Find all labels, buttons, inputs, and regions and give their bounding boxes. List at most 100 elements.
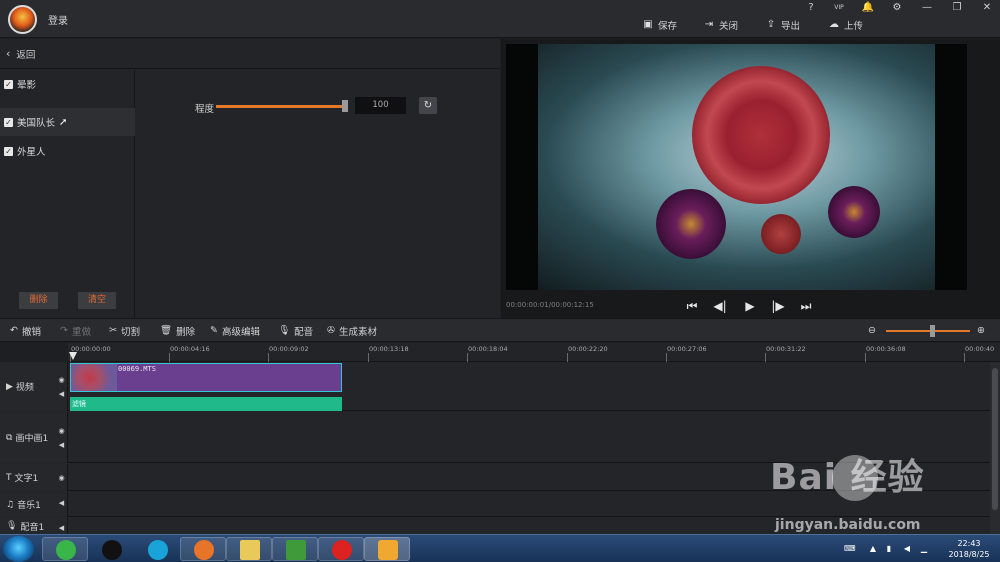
usb-icon[interactable]: ▮ — [884, 544, 894, 554]
track-header-video: ▶ 视频 — [0, 362, 68, 411]
clear-filters-button[interactable]: 清空 — [78, 292, 116, 309]
taskbar-app-explorer[interactable] — [226, 537, 272, 561]
clip-name: 00069.MTS — [118, 365, 156, 373]
taskbar-clock[interactable]: 22:43 2018/8/25 — [940, 538, 998, 560]
decoration-doily — [692, 66, 830, 204]
cut-button[interactable]: ✂ 切割 — [109, 323, 140, 338]
ruler-tick — [268, 353, 269, 362]
taskbar-app-firefox[interactable] — [180, 537, 226, 561]
speaker-icon[interactable]: ◀ — [57, 441, 66, 450]
music-icon: ♫ — [6, 499, 15, 510]
volume-icon[interactable]: ◀ — [902, 544, 912, 554]
filter-checkbox[interactable]: ✓ — [4, 79, 13, 89]
ruler-tick — [467, 353, 468, 362]
speaker-icon[interactable]: ◀ — [57, 524, 66, 533]
dubbing-button[interactable]: 🎙 配音 — [278, 323, 313, 338]
timeline-scrollbar-thumb[interactable] — [992, 368, 998, 510]
browser-icon — [56, 540, 76, 560]
close-window-button[interactable]: ✕ — [980, 2, 994, 14]
trash-icon: 🗑 — [160, 325, 173, 336]
redo-button[interactable]: ↷ 重做 — [60, 323, 91, 338]
speaker-icon[interactable]: ◀ — [57, 499, 66, 508]
skip-to-end-icon[interactable]: ⏭ — [798, 298, 814, 314]
eye-icon[interactable]: ◉ — [57, 427, 66, 436]
back-button[interactable]: ‹ 返回 — [0, 39, 500, 69]
letterbox-right — [935, 44, 967, 290]
filter-item-vignette[interactable]: ✓ 晕影 — [0, 70, 135, 98]
file-actions: ▣ 保存 ⇥ 关闭 ⇪ 导出 ☁ 上传 — [0, 17, 1000, 33]
scissors-icon: ✂ — [109, 325, 117, 336]
restore-button[interactable]: ❐ — [950, 2, 964, 14]
ruler-tick-label: 00:00:04:16 — [170, 345, 210, 353]
ruler-tick-label: 00:00:36:08 — [866, 345, 906, 353]
degree-slider-handle[interactable] — [342, 100, 348, 112]
settings-gear-icon[interactable]: ⚙ — [890, 2, 904, 14]
playhead-marker[interactable] — [69, 352, 77, 360]
help-icon[interactable]: ? — [804, 2, 818, 14]
skip-to-start-icon[interactable]: ⏮ — [684, 298, 700, 314]
microphone-icon: 🎙 — [278, 325, 291, 336]
filter-checkbox[interactable]: ✓ — [4, 117, 13, 127]
previous-frame-icon[interactable]: ◀| — [712, 298, 728, 314]
zoom-in-icon[interactable]: ⊕ — [977, 323, 985, 338]
ruler-tick — [765, 353, 766, 362]
minimize-button[interactable]: — — [920, 2, 934, 14]
filter-list: ✓ 晕影 ✓ 美国队长 ➚ ✓ 外星人 删除 清空 — [0, 70, 135, 318]
filter-item-alien[interactable]: ✓ 外星人 — [0, 137, 135, 165]
advanced-edit-button[interactable]: ✎ 高级编辑 — [210, 323, 260, 338]
ruler-tick-label: 00:00:40 — [965, 345, 995, 353]
vip-icon[interactable]: VIP — [832, 2, 846, 14]
undo-button[interactable]: ↶ 撤销 — [10, 323, 41, 338]
generate-material-button[interactable]: ✇ 生成素材 — [327, 323, 377, 338]
save-button[interactable]: ▣ 保存 — [642, 17, 677, 33]
taskbar-app-player[interactable] — [272, 537, 318, 561]
penguin-icon — [102, 540, 122, 560]
delete-filter-button[interactable]: 删除 — [19, 292, 58, 309]
timeline-ruler[interactable]: 00:00:00:00 00:00:04:16 00:00:09:02 00:0… — [68, 343, 1000, 362]
taskbar-app-editor[interactable] — [364, 537, 410, 561]
degree-value-field[interactable]: 100 — [355, 97, 406, 114]
ruler-tick-label: 00:00:09:02 — [269, 345, 309, 353]
upload-button[interactable]: ☁ 上传 — [828, 17, 863, 33]
timeline-zoom-slider[interactable] — [886, 330, 970, 332]
pencil-icon: ✎ — [210, 325, 218, 336]
network-icon[interactable]: ▁ — [919, 544, 929, 554]
clip-thumbnail — [71, 364, 117, 391]
next-frame-icon[interactable]: |▶ — [770, 298, 786, 314]
letterbox-left — [506, 44, 538, 290]
eye-icon[interactable]: ◉ — [57, 474, 66, 483]
taskbar-app-browser[interactable] — [42, 537, 88, 561]
playback-timecode: 00:00:00:01/00:00:12:15 — [506, 301, 594, 309]
keyboard-icon[interactable]: ⌨ — [844, 544, 856, 554]
decoration-flower — [828, 186, 880, 238]
timeline-zoom-handle[interactable] — [930, 325, 935, 337]
zoom-out-icon[interactable]: ⊖ — [868, 323, 876, 338]
degree-slider[interactable] — [216, 105, 346, 108]
export-button[interactable]: ⇪ 导出 — [765, 17, 800, 33]
editor-app-icon — [378, 540, 398, 560]
filter-effect-bar[interactable]: 滤镜 — [70, 397, 342, 411]
taskbar-app-recorder[interactable] — [318, 537, 364, 561]
ruler-tick-label: 00:00:31:22 — [766, 345, 806, 353]
speaker-icon[interactable]: ◀ — [57, 390, 66, 399]
notification-bell-icon[interactable]: 🔔 — [861, 2, 875, 14]
taskbar-app-media[interactable] — [134, 537, 180, 561]
delete-button[interactable]: 🗑 删除 — [160, 323, 195, 338]
play-icon[interactable]: ▶ — [742, 298, 758, 314]
tray-expand-icon[interactable]: ▲ — [868, 544, 878, 554]
video-clip[interactable]: 00069.MTS — [70, 363, 342, 392]
start-button[interactable] — [3, 536, 34, 562]
ruler-tick — [964, 353, 965, 362]
upload-icon: ☁ — [829, 19, 839, 30]
decoration-heart — [752, 205, 810, 263]
title-bar: 登录 ? VIP 🔔 ⚙ — ❐ ✕ ▣ 保存 ⇥ 关闭 ⇪ 导出 ☁ 上传 — [0, 0, 1000, 38]
ruler-tick-label: 00:00:22:20 — [568, 345, 608, 353]
eye-icon[interactable]: ◉ — [57, 376, 66, 385]
film-icon — [148, 540, 168, 560]
reset-icon[interactable]: ↻ — [419, 97, 437, 114]
taskbar-app-qq[interactable] — [88, 537, 134, 561]
filter-item-captain-america[interactable]: ✓ 美国队长 ➚ — [0, 108, 135, 136]
filter-checkbox[interactable]: ✓ — [4, 146, 13, 156]
filter-panel: ‹ 返回 ✓ 晕影 ✓ 美国队长 ➚ ✓ 外星人 删除 清空 程度 100 ↻ — [0, 39, 500, 318]
close-project-button[interactable]: ⇥ 关闭 — [703, 17, 738, 33]
